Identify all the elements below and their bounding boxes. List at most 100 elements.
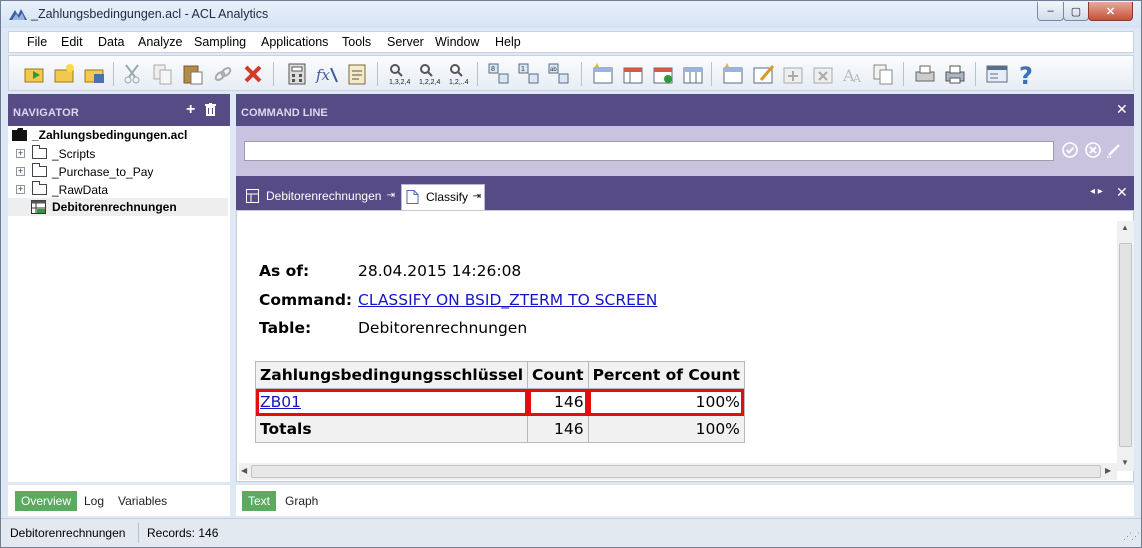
menu-data[interactable]: Data (98, 35, 124, 49)
table-view-icon[interactable] (681, 62, 705, 86)
print-preview-icon[interactable] (913, 62, 937, 86)
expand-icon[interactable]: + (16, 149, 25, 158)
menu-analyze[interactable]: Analyze (138, 35, 182, 49)
age-icon[interactable]: 1 (517, 62, 541, 86)
svg-text:fx: fx (315, 66, 331, 84)
horizontal-scroll-thumb[interactable] (251, 465, 1101, 478)
toolbar-separator (581, 62, 582, 86)
table-value: Debitorenrechnungen (358, 319, 528, 337)
tree-item-scripts[interactable]: + _Scripts (8, 145, 228, 163)
menu-applications[interactable]: Applications (261, 35, 328, 49)
scroll-up-icon[interactable]: ▲ (1121, 223, 1129, 232)
stratify-icon[interactable]: 8 (487, 62, 511, 86)
svg-text:8: 8 (491, 66, 495, 73)
copy-icon[interactable] (151, 62, 175, 86)
new-project-icon[interactable] (53, 62, 77, 86)
scroll-right-icon[interactable]: ▶ (1105, 466, 1111, 475)
document-tab-bar: Debitorenrechnungen ⇥ Classify ⇥ ◂ ▸ ✕ (236, 176, 1134, 211)
menu-tools[interactable]: Tools (342, 35, 371, 49)
status-record-count: Records: 146 (147, 526, 219, 540)
tree-item-debitorenrechnungen[interactable]: Debitorenrechnungen (8, 198, 228, 216)
expand-icon[interactable]: + (16, 185, 25, 194)
edit-command-icon[interactable] (1106, 142, 1122, 158)
column-header-key: Zahlungsbedingungsschlüssel (254, 361, 529, 389)
insert-column-icon[interactable] (781, 62, 805, 86)
table-layout-icon[interactable] (621, 62, 645, 86)
maximize-button[interactable]: ▢ (1063, 2, 1089, 21)
clipboard-list-icon[interactable] (345, 62, 369, 86)
menu-edit[interactable]: Edit (61, 35, 83, 49)
tree-item-project[interactable]: _Zahlungsbedingungen.acl (8, 126, 228, 144)
status-divider (138, 523, 139, 543)
column-header-percent: Percent of Count (587, 361, 745, 389)
run-command-icon[interactable] (1062, 142, 1078, 158)
new-table-icon[interactable] (591, 62, 615, 86)
help-icon[interactable]: ? (1015, 62, 1039, 86)
tab-debitorenrechnungen[interactable]: Debitorenrechnungen ⇥ (242, 184, 398, 210)
horizontal-scrollbar[interactable]: ◀ ▶ (239, 463, 1117, 480)
status-bar: Debitorenrechnungen Records: 146 ⋰⋰ (1, 518, 1141, 547)
menu-window[interactable]: Window (435, 35, 479, 49)
tab-log[interactable]: Log (78, 491, 110, 511)
copy-table-icon[interactable] (871, 62, 895, 86)
count-cell: 146 (527, 388, 589, 416)
minimize-button[interactable]: – (1037, 2, 1064, 21)
svg-text:1,2,..4: 1,2,..4 (449, 79, 469, 86)
print-icon[interactable] (943, 62, 967, 86)
sort-gaps-icon[interactable]: 1,2,..4 (447, 62, 471, 86)
command-link[interactable]: CLASSIFY ON BSID_ZTERM TO SCREEN (358, 291, 657, 309)
pin-icon[interactable]: ⇥ (387, 184, 395, 208)
sort-ascending-icon[interactable]: 1,3,2,4 (387, 62, 411, 86)
close-window-button[interactable]: ✕ (1088, 2, 1133, 21)
edit-column-icon[interactable] (751, 62, 775, 86)
menu-file[interactable]: File (27, 35, 47, 49)
pin-icon[interactable]: ⇥ (473, 185, 481, 209)
table-link-icon[interactable] (651, 62, 675, 86)
key-link[interactable]: ZB01 (260, 393, 301, 411)
add-column-icon[interactable] (721, 62, 745, 86)
tab-graph[interactable]: Graph (279, 491, 324, 511)
properties-icon[interactable] (985, 62, 1009, 86)
scroll-down-icon[interactable]: ▼ (1121, 458, 1129, 467)
save-project-icon[interactable] (83, 62, 107, 86)
remove-column-icon[interactable] (811, 62, 835, 86)
table-icon (246, 189, 259, 203)
trash-icon[interactable] (205, 103, 216, 116)
tab-scroll-arrows[interactable]: ◂ ▸ (1090, 186, 1103, 197)
title-bar[interactable]: _Zahlungsbedingungen.acl - ACL Analytics… (1, 1, 1141, 28)
add-icon[interactable]: + (186, 101, 195, 119)
close-tab-icon[interactable]: ✕ (1116, 184, 1128, 201)
tab-variables[interactable]: Variables (112, 491, 173, 511)
filter-function-icon[interactable]: fx (315, 62, 339, 86)
menu-server[interactable]: Server (387, 35, 424, 49)
scroll-left-icon[interactable]: ◀ (241, 466, 247, 475)
tab-overview[interactable]: Overview (15, 491, 78, 511)
sort-duplicates-icon[interactable]: 1,2,2,4 (417, 62, 441, 86)
vertical-scroll-thumb[interactable] (1119, 243, 1132, 447)
column-header-count: Count (527, 361, 589, 389)
calculator-icon[interactable] (285, 62, 309, 86)
tab-label: Classify (426, 190, 469, 204)
clear-command-icon[interactable] (1085, 142, 1101, 158)
vertical-scrollbar[interactable]: ▲ ▼ (1117, 221, 1134, 471)
menu-help[interactable]: Help (495, 35, 521, 49)
menu-sampling[interactable]: Sampling (194, 35, 246, 49)
font-icon[interactable]: AA (841, 62, 865, 86)
tree-item-label: Debitorenrechnungen (52, 200, 177, 214)
paste-icon[interactable] (181, 62, 205, 86)
link-icon[interactable] (211, 62, 235, 86)
classify-icon[interactable]: ab (547, 62, 571, 86)
tab-classify[interactable]: Classify ⇥ (401, 184, 485, 211)
resize-grip-icon[interactable]: ⋰⋰ (1123, 531, 1140, 542)
command-input[interactable] (244, 141, 1054, 161)
close-command-line-icon[interactable]: ✕ (1116, 101, 1128, 118)
delete-icon[interactable] (241, 62, 265, 86)
totals-label: Totals (254, 415, 529, 443)
tree-item-rawdata[interactable]: + _RawData (8, 181, 228, 199)
menu-bar: File Edit Data Analyze Sampling Applicat… (8, 31, 1134, 53)
tree-item-purchase-to-pay[interactable]: + _Purchase_to_Pay (8, 163, 228, 181)
tab-text[interactable]: Text (242, 491, 277, 511)
open-project-icon[interactable] (23, 62, 47, 86)
expand-icon[interactable]: + (16, 167, 25, 176)
cut-icon[interactable] (121, 62, 145, 86)
